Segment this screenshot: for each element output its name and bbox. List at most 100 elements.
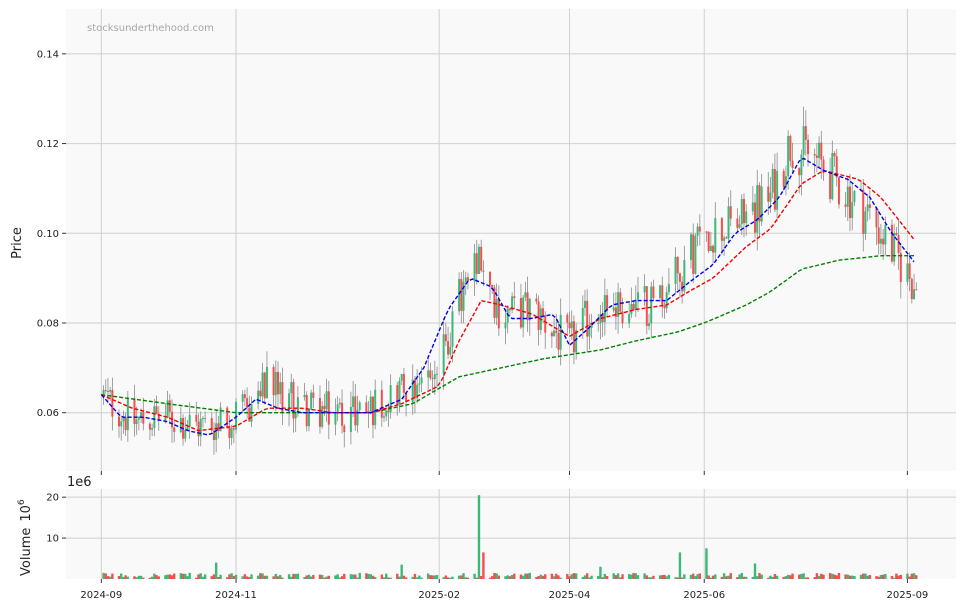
candle-up bbox=[153, 406, 156, 428]
volume-bar bbox=[294, 573, 297, 579]
candle-down bbox=[497, 299, 500, 329]
candle-up bbox=[135, 419, 138, 425]
volume-bar bbox=[828, 573, 832, 579]
volume-bar bbox=[402, 575, 406, 579]
candle-up bbox=[696, 226, 699, 236]
volume-bar bbox=[519, 574, 523, 579]
volume-bar bbox=[892, 577, 896, 579]
price-y-tick-label: 0.10 bbox=[37, 229, 59, 240]
volume-bar bbox=[506, 575, 509, 579]
candle-down bbox=[820, 142, 823, 160]
volume-bar bbox=[683, 574, 686, 579]
candle-down bbox=[813, 154, 816, 156]
volume-bar bbox=[753, 563, 757, 579]
candle-up bbox=[588, 327, 591, 337]
volume-bar bbox=[380, 574, 384, 579]
candle-down bbox=[586, 300, 589, 337]
candle-down bbox=[862, 189, 865, 234]
candle-down bbox=[475, 253, 478, 274]
candle-down bbox=[915, 289, 918, 291]
volume-bar bbox=[851, 575, 854, 579]
volume-bar bbox=[771, 576, 774, 579]
candle-up bbox=[818, 142, 821, 158]
candle-up bbox=[597, 323, 600, 325]
volume-bar bbox=[652, 575, 655, 579]
candle-up bbox=[102, 390, 105, 395]
candle-up bbox=[665, 292, 668, 309]
volume-bar bbox=[605, 576, 609, 579]
candle-down bbox=[897, 235, 900, 254]
candle-up bbox=[188, 415, 191, 427]
volume-bar bbox=[908, 576, 911, 579]
volume-bar bbox=[296, 573, 300, 579]
candle-up bbox=[650, 286, 653, 324]
volume-bar bbox=[680, 577, 684, 579]
volume-bar bbox=[420, 577, 423, 579]
candle-down bbox=[614, 307, 617, 317]
volume-bar bbox=[155, 575, 158, 579]
candle-up bbox=[612, 307, 615, 311]
volume-bar bbox=[658, 575, 662, 579]
volume-bar bbox=[122, 576, 125, 579]
volume-bar bbox=[232, 576, 236, 579]
candle-down bbox=[537, 301, 540, 330]
volume-bar bbox=[736, 577, 739, 579]
volume-bar bbox=[281, 577, 284, 579]
x-tick-label: 2024-11 bbox=[215, 590, 257, 601]
volume-bar bbox=[864, 573, 867, 579]
candle-down bbox=[632, 304, 635, 310]
candle-up bbox=[583, 300, 586, 308]
candle-down bbox=[482, 270, 485, 272]
volume-bar bbox=[784, 576, 788, 579]
candle-down bbox=[248, 407, 251, 422]
candle-down bbox=[508, 308, 511, 311]
candle-down bbox=[877, 227, 880, 244]
volume-bar bbox=[358, 572, 361, 579]
volume-bar bbox=[711, 575, 715, 579]
volume-bar bbox=[457, 575, 461, 579]
candle-up bbox=[442, 334, 445, 374]
volume-bar bbox=[822, 574, 825, 579]
volume-bar bbox=[798, 574, 801, 579]
candle-down bbox=[652, 286, 655, 299]
candle-up bbox=[418, 383, 421, 385]
volume-bar bbox=[616, 573, 620, 579]
volume-bar bbox=[738, 574, 741, 579]
candle-down bbox=[466, 277, 469, 282]
volume-bar bbox=[773, 574, 777, 579]
volume-y-axis-label: Volume 106 bbox=[17, 499, 34, 576]
volume-bar bbox=[674, 577, 677, 579]
volume-bar bbox=[475, 577, 478, 579]
volume-bar bbox=[429, 575, 432, 579]
volume-bar bbox=[482, 552, 485, 579]
volume-bar bbox=[709, 577, 713, 579]
x-tick-label: 2025-04 bbox=[549, 590, 591, 601]
candle-up bbox=[261, 372, 264, 397]
volume-bar bbox=[521, 575, 525, 579]
volume-bar bbox=[261, 573, 264, 579]
volume-bar bbox=[153, 573, 156, 579]
candle-up bbox=[433, 374, 436, 380]
candle-down bbox=[789, 135, 792, 161]
candle-down bbox=[566, 314, 569, 323]
volume-bar bbox=[245, 576, 249, 579]
volume-bar bbox=[879, 574, 883, 579]
candle-down bbox=[305, 395, 308, 427]
candle-down bbox=[118, 416, 121, 427]
volume-bar bbox=[782, 576, 785, 579]
volume-bar bbox=[524, 573, 527, 579]
price-y-tick-label: 0.12 bbox=[37, 139, 59, 150]
volume-bar bbox=[290, 576, 293, 579]
candle-down bbox=[645, 286, 648, 327]
volume-bar bbox=[720, 576, 724, 579]
candle-up bbox=[140, 412, 143, 418]
volume-bar bbox=[844, 574, 847, 579]
volume-bar bbox=[466, 577, 470, 579]
volume-bar bbox=[170, 575, 174, 579]
volume-bar bbox=[877, 576, 880, 579]
volume-bar bbox=[451, 576, 454, 579]
candle-down bbox=[197, 421, 200, 437]
candle-down bbox=[807, 139, 810, 155]
volume-bar bbox=[139, 575, 143, 579]
volume-bar bbox=[510, 574, 514, 579]
